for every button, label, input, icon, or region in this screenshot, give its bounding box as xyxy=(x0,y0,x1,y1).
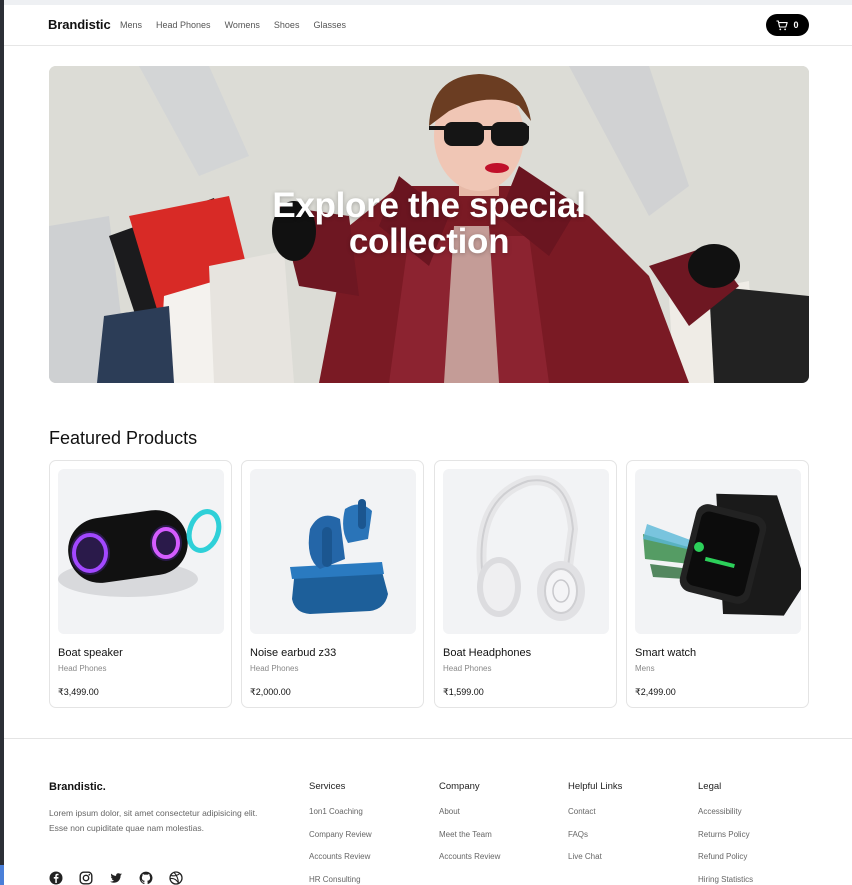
footer-column-company: Company About Meet the Team Accounts Rev… xyxy=(439,781,500,875)
nav-link-glasses[interactable]: Glasses xyxy=(313,20,346,30)
smartwatch-image xyxy=(643,493,801,616)
footer-column-title: Company xyxy=(439,781,480,792)
nav-link-head-phones[interactable]: Head Phones xyxy=(156,20,211,30)
footer-link[interactable]: Accounts Review xyxy=(439,852,500,875)
product-image xyxy=(443,469,609,634)
speaker-image xyxy=(58,509,222,597)
navbar: Brandistic Mens Head Phones Womens Shoes… xyxy=(4,5,852,46)
product-image xyxy=(58,469,224,634)
footer-column-legal: Legal Accessibility Returns Policy Refun… xyxy=(698,781,753,885)
product-card-noise-earbud[interactable]: Noise earbud z33 Head Phones ₹2,000.00 xyxy=(241,460,424,708)
brand-logo[interactable]: Brandistic xyxy=(48,17,111,32)
footer-column-services: Services 1on1 Coaching Company Review Ac… xyxy=(309,781,372,885)
product-category: Head Phones xyxy=(250,664,299,673)
product-category: Head Phones xyxy=(58,664,107,673)
footer-link[interactable]: Meet the Team xyxy=(439,830,500,853)
featured-products-title: Featured Products xyxy=(49,428,198,448)
hero-title: Explore the special collection xyxy=(49,188,809,260)
earbuds-image xyxy=(290,499,388,614)
footer-link[interactable]: Hiring Statistics xyxy=(698,875,753,885)
hero-title-line2: collection xyxy=(348,222,510,261)
footer-column-helpful-links: Helpful Links Contact FAQs Live Chat xyxy=(568,781,622,875)
product-category: Head Phones xyxy=(443,664,492,673)
cart-count: 0 xyxy=(793,20,799,30)
product-image xyxy=(250,469,416,634)
footer-column-title: Services xyxy=(309,781,346,792)
product-name: Noise earbud z33 xyxy=(250,647,337,659)
footer-column-title: Legal xyxy=(698,781,722,792)
footer-link[interactable]: Accounts Review xyxy=(309,852,372,875)
product-card-boat-headphones[interactable]: Boat Headphones Head Phones ₹1,599.00 xyxy=(434,460,617,708)
product-card-smart-watch[interactable]: Smart watch Mens ₹2,499.00 xyxy=(626,460,809,708)
footer-link[interactable]: Returns Policy xyxy=(698,830,753,853)
footer-link[interactable]: About xyxy=(439,807,500,830)
dribbble-icon[interactable] xyxy=(169,871,183,885)
nav-links: Mens Head Phones Womens Shoes Glasses xyxy=(120,20,346,30)
footer-link[interactable]: FAQs xyxy=(568,830,622,853)
product-price: ₹2,000.00 xyxy=(250,687,291,697)
github-icon[interactable] xyxy=(139,871,153,885)
product-category: Mens xyxy=(635,664,655,673)
product-grid: Boat speaker Head Phones ₹3,499.00 Noise… xyxy=(49,460,809,708)
instagram-icon[interactable] xyxy=(79,871,93,885)
hero-title-line1: Explore the special xyxy=(272,186,586,225)
nav-link-mens[interactable]: Mens xyxy=(120,20,142,30)
nav-link-womens[interactable]: Womens xyxy=(225,20,260,30)
product-name: Boat Headphones xyxy=(443,647,532,659)
footer-link[interactable]: Accessibility xyxy=(698,807,753,830)
footer-link[interactable]: Contact xyxy=(568,807,622,830)
footer-link[interactable]: Company Review xyxy=(309,830,372,853)
cart-button[interactable]: 0 xyxy=(766,14,809,36)
hero-banner[interactable]: Explore the special collection xyxy=(49,66,809,383)
twitter-icon[interactable] xyxy=(109,871,123,885)
facebook-icon[interactable] xyxy=(49,871,63,885)
product-name: Boat speaker xyxy=(58,647,123,659)
product-price: ₹2,499.00 xyxy=(635,687,676,697)
footer-description: Lorem ipsum dolor, sit amet consectetur … xyxy=(49,808,258,833)
footer-column-title: Helpful Links xyxy=(568,781,623,792)
footer-link[interactable]: HR Consulting xyxy=(309,875,372,885)
headphones-image xyxy=(476,475,585,621)
left-window-edge xyxy=(0,0,4,885)
product-card-boat-speaker[interactable]: Boat speaker Head Phones ₹3,499.00 xyxy=(49,460,232,708)
product-name: Smart watch xyxy=(635,647,697,659)
product-price: ₹3,499.00 xyxy=(58,687,99,697)
footer-brand[interactable]: Brandistic. xyxy=(49,781,106,793)
nav-link-shoes[interactable]: Shoes xyxy=(274,20,300,30)
footer-link[interactable]: Live Chat xyxy=(568,852,622,875)
social-links xyxy=(49,871,183,885)
footer-link[interactable]: Refund Policy xyxy=(698,852,753,875)
footer-link[interactable]: 1on1 Coaching xyxy=(309,807,372,830)
footer-divider xyxy=(4,738,852,739)
left-window-edge-accent xyxy=(0,865,4,885)
product-image xyxy=(635,469,801,634)
cart-icon xyxy=(776,19,789,30)
product-price: ₹1,599.00 xyxy=(443,687,484,697)
